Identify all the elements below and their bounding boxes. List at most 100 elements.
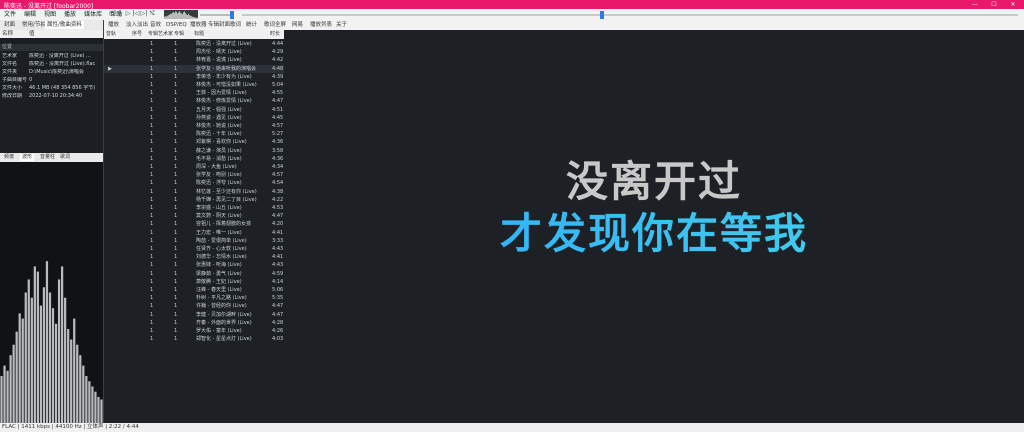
toolbar-lyrics[interactable]: 歌词 [228, 21, 243, 29]
property-row[interactable]: 文件名 陈奕迅 - 没离开过 (Live).flac [0, 61, 103, 68]
disc-number: 1 [174, 155, 178, 162]
tab-waveform[interactable]: 波形 [20, 154, 35, 161]
property-row[interactable]: 子曲目编号 0 [0, 77, 103, 84]
track-row[interactable]: 1 1 刘德华 - 忘情水 (Live) 4:41 [104, 253, 284, 261]
track-row[interactable]: 1 1 李健 - 贝加尔湖畔 (Live) 4:47 [104, 311, 284, 319]
seek-bar[interactable] [242, 14, 1018, 16]
track-row[interactable]: ▶ 1 1 张学友 - 她来听我的演唱会 4:48 [104, 64, 284, 73]
track-row[interactable]: 1 1 周深 - 大鱼 (Live) 4:34 [104, 163, 284, 171]
track-title: 陈奕迅 - 浮夸 (Live) [196, 180, 242, 187]
track-row[interactable]: 1 1 周杰伦 - 晴天 (Live) 4:29 [104, 48, 284, 56]
track-length: 4:47 [272, 213, 284, 220]
col-index[interactable]: 序号 [132, 30, 142, 39]
tab-vu[interactable]: 音量柱 [38, 154, 57, 161]
toolbar-playlist[interactable]: 播放列表 [308, 21, 334, 29]
volume-knob[interactable] [230, 11, 234, 19]
track-row[interactable]: 1 1 孙燕姿 - 遇见 (Live) 4:45 [104, 114, 284, 122]
track-row[interactable]: 1 1 任贤齐 - 心太软 (Live) 4:43 [104, 245, 284, 253]
toolbar-about[interactable]: 关于 [334, 21, 349, 29]
maximize-button[interactable]: ☐ [985, 0, 1003, 9]
property-value: 陈奕迅 · 没离开过 (Live) ... [29, 53, 91, 59]
track-row[interactable]: 1 1 张学友 - 吻别 (Live) 4:57 [104, 171, 284, 179]
track-row[interactable]: 1 1 杨千嬅 - 再见二丁目 (Live) 4:22 [104, 196, 284, 204]
track-row[interactable]: 1 1 毛不易 - 消愁 (Live) 4:36 [104, 155, 284, 163]
property-row[interactable]: 修改日期 2022-07-10 20:34:40 [0, 93, 103, 100]
track-row[interactable]: 1 1 王菲 - 因为爱情 (Live) 4:55 [104, 89, 284, 97]
track-row[interactable]: 1 1 陈奕迅 - 没离开过 (Live) 4:44 [104, 40, 284, 48]
menu-file[interactable]: 文件 [0, 9, 20, 20]
close-button[interactable]: ✕ [1004, 0, 1022, 9]
track-row[interactable]: 1 1 邓紫棋 - 喜欢你 (Live) 4:36 [104, 138, 284, 146]
track-row[interactable]: 1 1 薛之谦 - 演员 (Live) 3:58 [104, 147, 284, 155]
track-number: 1 [150, 65, 154, 72]
track-row[interactable]: 1 1 张惠妹 - 听海 (Live) 4:43 [104, 261, 284, 269]
lyrics-panel: 没离开过 才发现你在等我 [284, 30, 1024, 423]
toolbar-stats[interactable]: 统计 [244, 21, 259, 29]
track-row[interactable]: 1 1 陈奕迅 - 浮夸 (Live) 4:54 [104, 179, 284, 187]
tab-cover[interactable]: 封面 [2, 21, 17, 29]
toolbar-play[interactable]: 播放 [106, 21, 121, 29]
track-row[interactable]: 1 1 陈奕迅 - 十年 (Live) 5:27 [104, 130, 284, 138]
track-row[interactable]: 1 1 李荣浩 - 年少有为 (Live) 4:39 [104, 73, 284, 81]
col-album[interactable]: 专辑 [174, 30, 184, 39]
track-title: 林俊杰 - 修炼爱情 (Live) [196, 98, 252, 105]
track-row[interactable]: 1 1 李宗盛 - 山丘 (Live) 4:53 [104, 204, 284, 212]
track-row[interactable]: 1 1 林俊杰 - 修炼爱情 (Live) 4:47 [104, 97, 284, 105]
track-row[interactable]: 1 1 五月天 - 倔强 (Live) 4:51 [104, 106, 284, 114]
track-row[interactable]: 1 1 许巍 - 曾经的你 (Live) 4:47 [104, 302, 284, 310]
col-track[interactable]: 音轨 [106, 30, 116, 39]
menu-library[interactable]: 媒体库 [80, 9, 106, 20]
volume-slider[interactable] [200, 14, 230, 16]
track-number: 1 [150, 336, 154, 343]
previous-icon[interactable]: |◁ [132, 10, 140, 18]
track-length: 4:53 [272, 205, 284, 211]
track-row[interactable]: 1 1 容祖儿 - 挥着翅膀的女孩 4:20 [104, 220, 284, 228]
toolbar-netease[interactable]: 网易 [290, 21, 305, 29]
track-row[interactable]: 1 1 萧敬腾 - 王妃 (Live) 4:14 [104, 278, 284, 286]
track-row[interactable]: 1 1 林宥嘉 - 说谎 (Live) 4:42 [104, 56, 284, 64]
toolbar-effects[interactable]: 音效 [148, 21, 163, 29]
menu-edit[interactable]: 编辑 [20, 9, 40, 20]
tab-common[interactable]: 常用/节拍 [20, 21, 48, 29]
next-icon[interactable]: ▷| [140, 10, 148, 18]
pause-icon[interactable]: ‖ [116, 10, 124, 18]
spectrum-bar [9, 355, 12, 423]
random-icon[interactable]: ⤭ [148, 10, 156, 18]
track-title: 容祖儿 - 挥着翅膀的女孩 [196, 221, 251, 228]
stop-icon[interactable]: ▢ [108, 10, 116, 18]
toolbar-fade[interactable]: 淡入淡出 [124, 21, 150, 29]
track-title: 陈奕迅 - 十年 (Live) [196, 131, 242, 138]
toolbar-dsp[interactable]: DSP/EQ [164, 21, 189, 29]
toolbar-lyrics-fullscreen[interactable]: 歌词全屏 [262, 21, 288, 29]
property-row[interactable]: 文件大小 46.1 MB (48 354 856 字节) [0, 85, 103, 92]
track-row[interactable]: 1 1 罗大佑 - 童年 (Live) 4:26 [104, 327, 284, 335]
spectrum-bar [15, 331, 18, 423]
track-row[interactable]: 1 1 郑智化 - 星星点灯 (Live) 4:03 [104, 335, 284, 343]
menu-view[interactable]: 视图 [40, 9, 60, 20]
col-album-artist[interactable]: 专辑艺术家 [148, 30, 173, 39]
track-row[interactable]: 1 1 梁静茹 - 勇气 (Live) 4:59 [104, 270, 284, 278]
track-row[interactable]: 1 1 林俊杰 - 可惜没如果 (Live) 5:04 [104, 81, 284, 89]
track-row[interactable]: 1 1 王力宏 - 唯一 (Live) 4:41 [104, 229, 284, 237]
seek-knob[interactable] [600, 11, 604, 19]
tab-properties[interactable]: 属性/歌曲资料 [45, 21, 84, 29]
track-row[interactable]: 1 1 林忆莲 - 至少还有你 (Live) 4:38 [104, 188, 284, 196]
minimize-button[interactable]: — [966, 0, 984, 9]
track-row[interactable]: 1 1 林俊杰 - 她说 (Live) 4:57 [104, 122, 284, 130]
property-row[interactable]: 文件夹 D:\Music\陈奕迅\演唱会 [0, 69, 103, 76]
track-row[interactable]: 1 1 汪峰 - 春天里 (Live) 5:06 [104, 286, 284, 294]
property-row[interactable]: 艺术家 陈奕迅 · 没离开过 (Live) ... [0, 53, 103, 60]
col-title[interactable]: 标题 [194, 30, 204, 39]
track-row[interactable]: 1 1 莫文蔚 - 阴天 (Live) 4:47 [104, 212, 284, 220]
play-icon[interactable]: ▷ [124, 10, 132, 18]
menu-playback[interactable]: 播放 [60, 9, 80, 20]
mini-spectrum-bar [196, 17, 197, 19]
track-row[interactable]: 1 1 齐秦 - 外面的世界 (Live) 4:28 [104, 319, 284, 327]
col-length[interactable]: 时长 [270, 30, 280, 39]
track-row[interactable]: 1 1 陶喆 - 爱很简单 (Live) 3:33 [104, 237, 284, 245]
tab-lyrics[interactable]: 歌词 [58, 154, 72, 161]
track-row[interactable]: 1 1 朴树 - 平凡之路 (Live) 5:35 [104, 294, 284, 302]
mini-spectrum-bar [177, 13, 178, 19]
track-number: 1 [150, 164, 154, 170]
tab-spectrum[interactable]: 频谱 [2, 154, 16, 161]
